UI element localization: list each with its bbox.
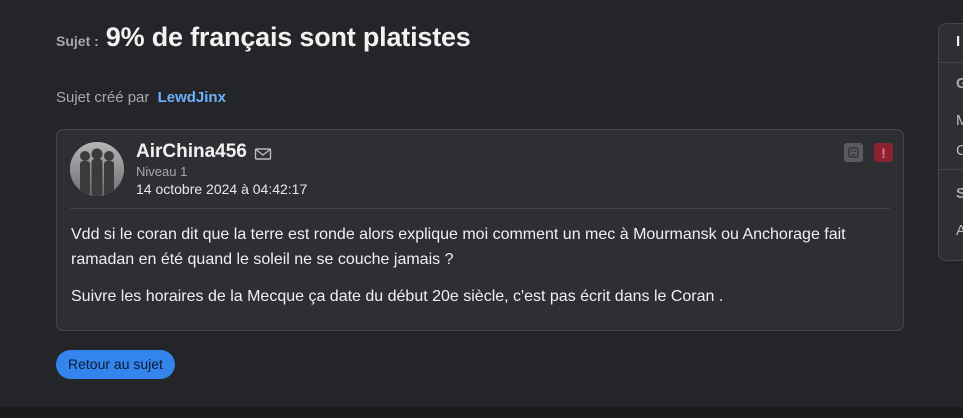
post-paragraph: Vdd si le coran dit que la terre est ron… — [71, 226, 846, 268]
page-title: 9% de français sont platistes — [105, 22, 471, 52]
side-panel-heading: I — [956, 33, 961, 50]
topic-header: Sujet : 9% de français sont platistes — [56, 22, 471, 53]
created-by-label: Sujet créé par — [56, 89, 150, 106]
side-panel-divider — [939, 62, 963, 63]
post-author-username[interactable]: AirChina456 — [136, 141, 247, 163]
side-panel-section-label: G — [956, 75, 963, 92]
neutral-face-icon[interactable] — [844, 143, 863, 162]
exclamation-icon[interactable]: ! — [874, 143, 893, 162]
topic-author-link[interactable]: LewdJinx — [158, 89, 226, 106]
side-panel-link[interactable]: A — [956, 222, 963, 239]
mail-icon[interactable] — [254, 147, 272, 161]
author-level: Niveau 1 — [136, 164, 188, 179]
side-panel: I G M C S A — [938, 23, 963, 261]
side-panel-divider — [939, 169, 963, 170]
topic-prefix: Sujet : — [56, 33, 99, 49]
back-to-topic-button[interactable]: Retour au sujet — [56, 350, 175, 379]
footer-bar — [0, 407, 963, 418]
side-panel-link[interactable]: M — [956, 112, 963, 129]
avatar[interactable] — [70, 142, 124, 196]
topic-created-by: Sujet créé par LewdJinx — [56, 89, 226, 106]
post-divider — [70, 208, 890, 209]
post-body: Vdd si le coran dit que la terre est ron… — [71, 222, 901, 321]
post-card: AirChina456 Niveau 1 14 octobre 2024 à 0… — [56, 129, 904, 331]
post-timestamp: 14 octobre 2024 à 04:42:17 — [136, 181, 308, 197]
post-paragraph: Suivre les horaires de la Mecque ça date… — [71, 288, 724, 305]
side-panel-link[interactable]: C — [956, 142, 963, 159]
side-panel-section-label: S — [956, 185, 963, 202]
